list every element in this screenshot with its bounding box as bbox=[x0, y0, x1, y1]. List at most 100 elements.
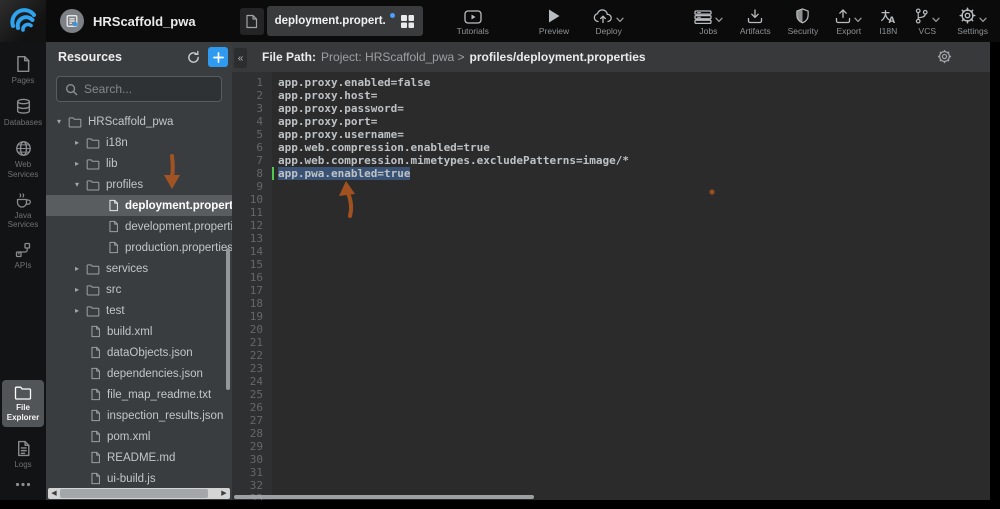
tree-item-readme-md[interactable]: README.md bbox=[46, 447, 232, 468]
tree-item-dataobjects-json[interactable]: dataObjects.json bbox=[46, 342, 232, 363]
editor-horizontal-scrollbar[interactable] bbox=[234, 495, 534, 499]
sidebar-item-web-services[interactable]: Web Services bbox=[2, 140, 44, 178]
search-input[interactable] bbox=[84, 82, 213, 96]
code-line-selected[interactable]: app.pwa.enabled=true bbox=[278, 167, 990, 180]
code-line[interactable] bbox=[278, 466, 990, 479]
topbar-action-i18n[interactable]: A I18N bbox=[879, 6, 897, 36]
tree-item-inspection-results-json[interactable]: inspection_results.json bbox=[46, 405, 232, 426]
code-line[interactable] bbox=[278, 193, 990, 206]
code-line[interactable] bbox=[278, 284, 990, 297]
topbar-action-settings[interactable]: Settings bbox=[957, 6, 988, 36]
topbar-action-security[interactable]: Security bbox=[788, 6, 819, 36]
topbar-action-export[interactable]: Export bbox=[835, 6, 862, 36]
code-line[interactable] bbox=[278, 258, 990, 271]
code-line[interactable] bbox=[278, 388, 990, 401]
code-line[interactable] bbox=[278, 427, 990, 440]
project-chip[interactable]: HRScaffold_pwa bbox=[60, 9, 196, 33]
code-line[interactable] bbox=[278, 440, 990, 453]
topbar-action-vcs[interactable]: VCS bbox=[914, 6, 940, 36]
file-icon bbox=[90, 451, 101, 464]
code-line[interactable]: app.web.compression.enabled=true bbox=[278, 141, 990, 154]
code-line[interactable] bbox=[278, 310, 990, 323]
code-line[interactable]: app.proxy.enabled=false bbox=[278, 76, 990, 89]
sidebar-item-file-explorer[interactable]: File Explorer bbox=[2, 380, 44, 426]
code-line[interactable] bbox=[278, 349, 990, 362]
tree-item-i18n[interactable]: ▸i18n bbox=[46, 132, 232, 153]
topbar-action-deploy[interactable]: Deploy bbox=[593, 6, 624, 36]
code-editor[interactable]: 1234567891011121314151617181920212223242… bbox=[232, 72, 990, 500]
tree-horizontal-scrollbar[interactable]: ◀ ▶ bbox=[46, 487, 232, 500]
code-line[interactable] bbox=[278, 245, 990, 258]
dashboard-grid-icon[interactable] bbox=[400, 14, 415, 29]
expand-arrow-icon[interactable]: ▸ bbox=[72, 138, 82, 147]
tree-item-pom-xml[interactable]: pom.xml bbox=[46, 426, 232, 447]
tree-item-ui-build-js[interactable]: ui-build.js bbox=[46, 468, 232, 487]
code-line[interactable] bbox=[278, 453, 990, 466]
expand-arrow-icon[interactable]: ▾ bbox=[54, 117, 64, 126]
tree-item-src[interactable]: ▸src bbox=[46, 279, 232, 300]
tree-item-services[interactable]: ▸services bbox=[46, 258, 232, 279]
line-number: 13 bbox=[232, 232, 263, 245]
expand-arrow-icon[interactable]: ▸ bbox=[72, 159, 82, 168]
topbar-action-jobs[interactable]: Jobs bbox=[694, 6, 723, 36]
code-line[interactable]: app.proxy.username= bbox=[278, 128, 990, 141]
tree-vertical-scrollbar[interactable] bbox=[226, 248, 230, 390]
expand-arrow-icon[interactable]: ▸ bbox=[72, 285, 82, 294]
code-line[interactable] bbox=[278, 414, 990, 427]
add-resource-button[interactable] bbox=[208, 47, 228, 67]
sidebar-item-pages[interactable]: Pages bbox=[2, 55, 44, 85]
code-line[interactable]: app.proxy.host= bbox=[278, 89, 990, 102]
app-logo[interactable] bbox=[0, 0, 46, 42]
tree-item-build-xml[interactable]: build.xml bbox=[46, 321, 232, 342]
file-icon bbox=[108, 220, 119, 233]
sidebar-item-java-services[interactable]: Java Services bbox=[2, 192, 44, 229]
scroll-right-arrow-icon[interactable]: ▶ bbox=[218, 489, 230, 497]
file-icon bbox=[108, 241, 119, 254]
file-tab-icon-box[interactable] bbox=[240, 8, 264, 35]
code-line[interactable] bbox=[278, 401, 990, 414]
code-line[interactable] bbox=[278, 336, 990, 349]
code-line[interactable] bbox=[278, 271, 990, 284]
tree-item-test[interactable]: ▸test bbox=[46, 300, 232, 321]
sidebar-item-logs[interactable]: Logs bbox=[2, 440, 44, 469]
code-line[interactable]: app.proxy.password= bbox=[278, 102, 990, 115]
sidebar-item-more[interactable] bbox=[2, 482, 44, 487]
tree-item-deployment-properties[interactable]: deployment.properties bbox=[46, 195, 232, 216]
code-line[interactable] bbox=[278, 219, 990, 232]
code-line[interactable] bbox=[278, 362, 990, 375]
tab-deployment-properties[interactable]: deployment.propert... bbox=[267, 6, 423, 36]
tree-item-production-properties[interactable]: production.properties bbox=[46, 237, 232, 258]
topbar-center-actions: Tutorials Preview Deploy bbox=[457, 6, 625, 36]
expand-arrow-icon[interactable]: ▸ bbox=[72, 306, 82, 315]
refresh-button[interactable] bbox=[186, 50, 201, 65]
sidebar-item-apis[interactable]: APIs bbox=[2, 242, 44, 270]
topbar-action-artifacts[interactable]: Artifacts bbox=[740, 6, 771, 36]
editor-settings-gear-icon[interactable] bbox=[937, 49, 952, 64]
scroll-left-arrow-icon[interactable]: ◀ bbox=[48, 489, 60, 497]
code-line[interactable] bbox=[278, 232, 990, 245]
topbar-action-preview[interactable]: Preview bbox=[539, 6, 569, 36]
tree-item-profiles[interactable]: ▾profiles bbox=[46, 174, 232, 195]
line-number: 19 bbox=[232, 310, 263, 323]
sidebar-item-databases[interactable]: Databases bbox=[2, 98, 44, 127]
code-line[interactable]: app.proxy.port= bbox=[278, 115, 990, 128]
tree-item-development-properties[interactable]: development.properties bbox=[46, 216, 232, 237]
code-line[interactable] bbox=[278, 479, 990, 492]
code-line[interactable]: app.web.compression.mimetypes.excludePat… bbox=[278, 154, 990, 167]
tree-item-lib[interactable]: ▸lib bbox=[46, 153, 232, 174]
code-line[interactable] bbox=[278, 375, 990, 388]
tree-item-dependencies-json[interactable]: dependencies.json bbox=[46, 363, 232, 384]
expand-arrow-icon[interactable]: ▸ bbox=[72, 264, 82, 273]
tree-item-hrscaffold-pwa[interactable]: ▾HRScaffold_pwa bbox=[46, 111, 232, 132]
tree-item-file-map-readme-txt[interactable]: file_map_readme.txt bbox=[46, 384, 232, 405]
collapse-panel-button[interactable]: « bbox=[234, 48, 247, 68]
expand-arrow-icon[interactable]: ▾ bbox=[72, 180, 82, 189]
code-line[interactable] bbox=[278, 206, 990, 219]
code-line[interactable] bbox=[278, 323, 990, 336]
topbar-action-tutorials[interactable]: Tutorials bbox=[457, 6, 489, 36]
code-line[interactable] bbox=[278, 297, 990, 310]
code-line[interactable] bbox=[278, 180, 990, 193]
file-icon bbox=[90, 346, 101, 359]
scroll-thumb[interactable] bbox=[60, 489, 208, 498]
code-content[interactable]: app.proxy.enabled=falseapp.proxy.host=ap… bbox=[272, 72, 990, 500]
